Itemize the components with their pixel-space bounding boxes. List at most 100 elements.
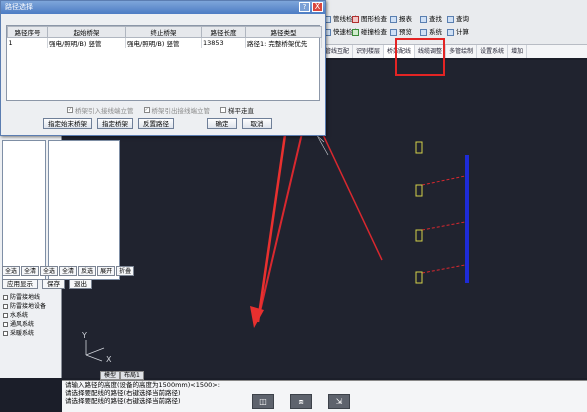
layout-tab-bar: 模型 布局1: [100, 371, 144, 380]
action-button-row: 应用显示 保存 退出: [2, 279, 92, 289]
left-panel: 全选 全清 全选 全清 反选 展开 折叠 应用显示 保存 退出 防雷接地线 防雷…: [0, 118, 135, 378]
ucs-z-axis: [85, 347, 105, 356]
ribbon-btn-preview[interactable]: 预览: [390, 27, 412, 38]
ucs-y-label: Y: [81, 331, 87, 340]
cell-length: 13853: [201, 37, 246, 48]
tab-layout1[interactable]: 布局1: [120, 371, 144, 380]
riser-cable-tray: [465, 155, 469, 283]
query-icon: [447, 16, 454, 23]
column-header-type[interactable]: 路径类型: [245, 26, 322, 38]
feeder-line-1: [421, 175, 466, 186]
cell-index: 1: [7, 37, 48, 48]
dialog-title: 路径选择: [5, 3, 33, 11]
exit-button[interactable]: 退出: [69, 279, 92, 289]
report-icon: [390, 16, 397, 23]
select-button-row: 全选 全清 全选 全清 反选 展开 折叠: [2, 266, 135, 276]
clear-all-button-2[interactable]: 全清: [59, 266, 78, 276]
dialog-button-row: 指定始末桥架 指定桥架 反置路径 确定 取消: [43, 118, 272, 129]
checkmark-icon: ✓: [143, 107, 150, 113]
path-select-dialog: 路径选择 ? X 路径序号 起始桥架 终止桥架 路径长度 路径类型 1 强电/照…: [0, 0, 326, 136]
ribbon-btn-graphic-check[interactable]: 图形检查: [352, 14, 387, 25]
help-icon[interactable]: ?: [299, 2, 310, 12]
checkmark-icon: ✓: [67, 107, 73, 113]
cancel-button[interactable]: 取消: [242, 118, 272, 129]
tab-model[interactable]: 模型: [100, 371, 121, 380]
select-all-button-2[interactable]: 全选: [40, 266, 59, 276]
table-header-row: 路径序号 起始桥架 终止桥架 路径长度 路径类型: [7, 26, 322, 38]
checkbox-tray-out-riser[interactable]: ✓ 桥架引出接线端立管: [143, 105, 210, 115]
specify-tray-button[interactable]: 指定桥架: [97, 118, 133, 129]
tab-multi-pipe-draw[interactable]: 多管绘制: [446, 45, 478, 58]
invert-selection-button[interactable]: 反选: [78, 266, 97, 276]
system-list[interactable]: [48, 140, 120, 280]
ribbon-btn-system[interactable]: 系统: [420, 27, 442, 38]
device-symbol-4: [415, 271, 423, 284]
feeder-line-2: [421, 221, 466, 231]
resize-icon[interactable]: ⇲: [328, 394, 350, 409]
column-header-end-tray[interactable]: 终止桥架: [125, 26, 202, 38]
calculator-icon: [447, 29, 454, 36]
expand-button[interactable]: 展开: [97, 266, 116, 276]
tab-identify-floor[interactable]: 识别楼层: [353, 45, 385, 58]
ribbon-btn-collision-check[interactable]: 碰撞检查: [352, 27, 387, 38]
select-all-button[interactable]: 全选: [2, 266, 21, 276]
feeder-line-3: [421, 264, 466, 274]
ok-button[interactable]: 确定: [207, 118, 237, 129]
cell-start-tray: 强电/照明/B) 竖管: [47, 37, 126, 48]
preview-icon: [390, 29, 397, 36]
tab-set-system[interactable]: 设置系统: [477, 45, 509, 58]
dialog-titlebar[interactable]: 路径选择 ? X: [1, 1, 325, 14]
collapse-button[interactable]: 折叠: [116, 266, 135, 276]
checkbox-empty-icon: [220, 107, 226, 113]
collision-check-icon: [352, 29, 359, 36]
clear-all-button[interactable]: 全清: [21, 266, 40, 276]
path-table: 路径序号 起始桥架 终止桥架 路径长度 路径类型 1 强电/照明/B) 竖管 强…: [6, 25, 322, 101]
tree-item-ventilation[interactable]: 通风系统: [0, 320, 62, 329]
ribbon-btn-calculate[interactable]: 计算: [447, 27, 469, 38]
command-history-line: 请输入路径的高度(设备的高度为1500mm)<1500>:: [65, 381, 220, 389]
reverse-path-button[interactable]: 反置路径: [138, 118, 174, 129]
ucs-x-label: X: [106, 355, 112, 364]
command-window[interactable]: 请输入路径的高度(设备的高度为1500mm)<1500>: 请选择要配线的路径(…: [62, 380, 587, 412]
floor-list[interactable]: [2, 140, 46, 280]
tree-expand-icon: [3, 331, 8, 336]
tree-item-heating[interactable]: 采暖系统: [0, 329, 62, 338]
viewport-icon[interactable]: ◫: [252, 394, 274, 409]
ribbon-btn-query[interactable]: 查询: [447, 14, 469, 25]
tree-item-lightning-wire[interactable]: 防雷接地线: [0, 293, 62, 302]
apply-display-button[interactable]: 应用显示: [2, 279, 38, 289]
option-checkbox-row: ✓ 桥架引入接线端立管 ✓ 桥架引出接线端立管 梯平走直: [67, 105, 254, 115]
device-symbol-3: [415, 229, 423, 242]
ribbon-btn-find[interactable]: 查找: [420, 14, 442, 25]
find-icon: [420, 16, 427, 23]
save-button[interactable]: 保存: [42, 279, 65, 289]
annotation-arrow-head: [250, 306, 264, 328]
specify-start-end-tray-button[interactable]: 指定始末桥架: [43, 118, 92, 129]
tab-pipe-match[interactable]: 管线互配: [322, 45, 354, 58]
cell-type: 路径1: 完整桥架优先: [245, 37, 322, 48]
cell-end-tray: 强电/照明/B) 竖管: [125, 37, 202, 48]
device-symbol-1: [415, 141, 423, 154]
column-header-length[interactable]: 路径长度: [201, 26, 246, 38]
maximize-icon[interactable]: ⧈: [290, 394, 312, 409]
tree-item-lightning-device[interactable]: 防雷接地设备: [0, 302, 62, 311]
column-header-start-tray[interactable]: 起始桥架: [47, 26, 126, 38]
ucs-x-axis: [85, 354, 103, 362]
checkbox-horizontal-straight[interactable]: 梯平走直: [220, 105, 254, 115]
close-icon[interactable]: X: [312, 2, 323, 12]
tree-expand-icon: [3, 313, 8, 318]
ribbon-tab-bar: 管线互配 识别楼层 桥架配线 线缆调整 多管绘制 设置系统 增加: [322, 44, 587, 58]
checkbox-tray-in-riser[interactable]: ✓ 桥架引入接线端立管: [67, 105, 134, 115]
checkmark-icon: [352, 16, 359, 23]
tree-node-icon: [3, 295, 8, 300]
device-symbol-2: [415, 184, 423, 197]
ribbon-btn-report[interactable]: 报表: [390, 14, 412, 25]
table-row[interactable]: 1 强电/照明/B) 竖管 强电/照明/B) 竖管 13853 路径1: 完整桥…: [7, 37, 322, 48]
highlight-box: [395, 38, 445, 76]
gear-icon: [420, 29, 427, 36]
column-header-index[interactable]: 路径序号: [7, 26, 48, 38]
ribbon-toolbar: 管线检查 图形检查 报表 查找 查询 快速检查 碰撞检查 预览 系统 计算 管线…: [322, 0, 587, 58]
tab-add[interactable]: 增加: [508, 45, 528, 58]
tree-expand-icon: [3, 322, 8, 327]
tree-item-water[interactable]: 水系统: [0, 311, 62, 320]
